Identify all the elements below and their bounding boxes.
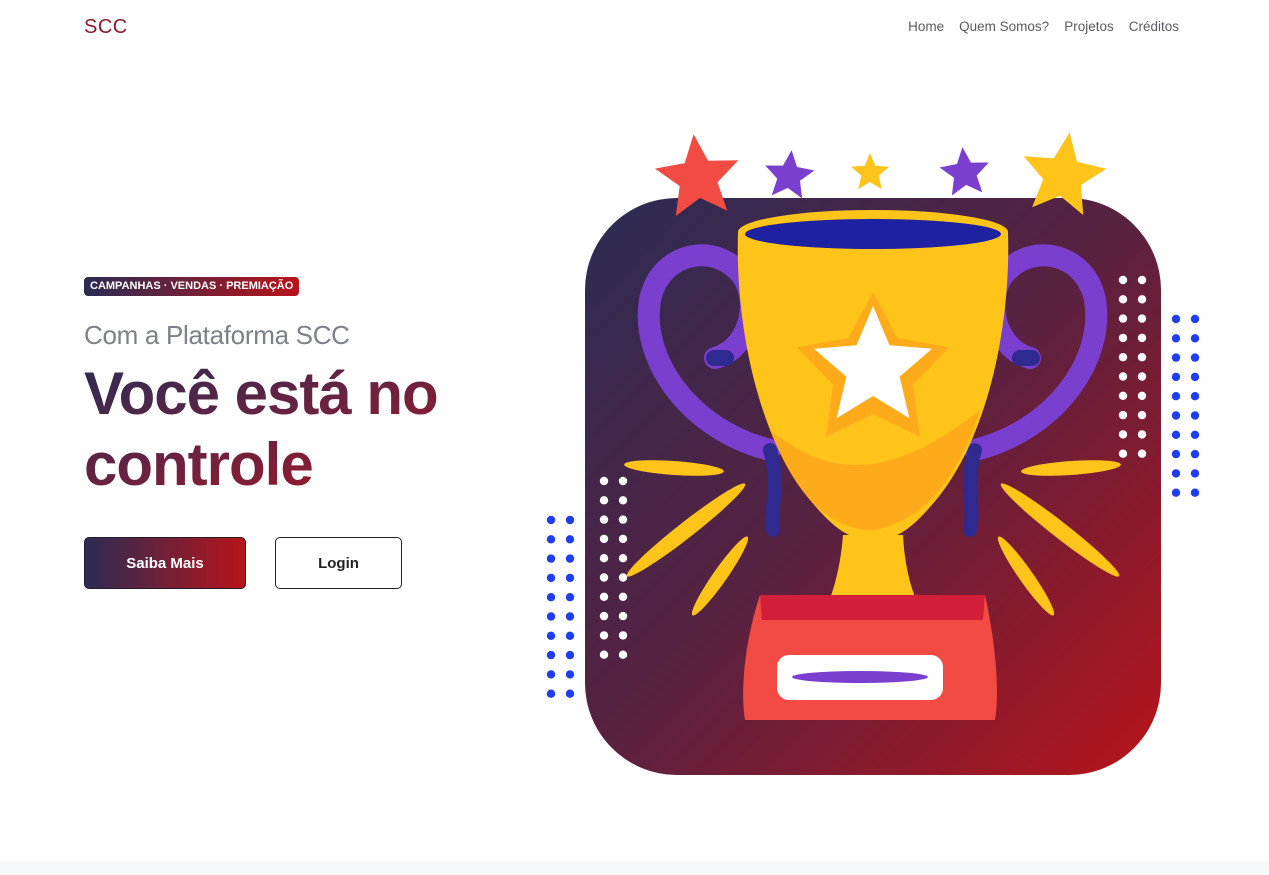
decor-dot — [1137, 333, 1147, 343]
decor-dot — [565, 689, 575, 698]
decor-dot — [546, 670, 556, 679]
decor-dot — [599, 611, 609, 621]
decor-dot — [1171, 372, 1181, 382]
decor-dot — [1171, 469, 1181, 478]
decor-dot — [618, 611, 628, 621]
headline-line-2: controle — [84, 431, 313, 498]
decor-dot — [1118, 372, 1128, 381]
decor-dot — [618, 534, 628, 544]
brand-logo[interactable]: SCC — [84, 16, 128, 39]
decor-dot — [1171, 488, 1181, 497]
decor-dot — [1118, 275, 1128, 285]
footer-strip — [0, 861, 1269, 875]
decor-dot — [1190, 469, 1200, 478]
decor-dot — [546, 689, 556, 698]
decor-dot — [1171, 411, 1181, 420]
decor-dot — [1137, 430, 1147, 439]
trophy-illustration — [546, 132, 1200, 775]
decor-dot — [599, 554, 609, 563]
decor-dot — [1190, 353, 1200, 362]
decor-dot — [1171, 334, 1181, 343]
decor-dot — [1190, 411, 1200, 420]
headline-line-1: Você está no — [84, 360, 438, 427]
decor-dot — [1190, 488, 1200, 497]
decor-dot — [565, 515, 575, 525]
decor-dot — [1137, 449, 1147, 458]
decor-dot — [1171, 430, 1181, 439]
decor-dot — [1190, 334, 1200, 343]
decor-dot — [1118, 410, 1128, 420]
dot-grid-left-blue — [546, 515, 575, 698]
decor-dot — [546, 650, 556, 660]
decor-dot — [1137, 295, 1147, 304]
landing-page: SCC Home Quem Somos? Projetos Créditos C… — [0, 0, 1269, 875]
decor-dot — [546, 535, 556, 544]
decor-dot — [565, 650, 575, 660]
decor-dot — [618, 650, 628, 659]
decor-dot — [1190, 392, 1200, 401]
decor-dot — [546, 573, 556, 583]
decor-dot — [565, 554, 575, 563]
decor-dot — [1171, 314, 1181, 324]
nav-link-projetos[interactable]: Projetos — [1064, 19, 1114, 34]
decor-dot — [618, 592, 628, 601]
decor-dot — [546, 593, 556, 602]
decor-dot — [618, 573, 628, 582]
decor-dot — [618, 496, 628, 505]
decor-dot — [565, 612, 575, 621]
hero-badge: CAMPANHAS · VENDAS · PREMIAÇÃO — [84, 277, 300, 296]
nav-link-home[interactable]: Home — [908, 19, 944, 34]
decor-dot — [1137, 275, 1147, 285]
decor-dot — [599, 573, 609, 582]
dot-grid-right-blue — [1171, 314, 1200, 497]
decor-dot — [1190, 314, 1200, 324]
decor-dot — [599, 496, 609, 505]
decor-dot — [565, 631, 575, 640]
decor-dot — [546, 631, 556, 640]
decor-dot — [1118, 333, 1128, 343]
decor-dot — [1118, 353, 1128, 362]
decor-dot — [565, 573, 575, 583]
decor-dot — [618, 554, 628, 563]
decor-dot — [1190, 430, 1200, 439]
decor-dot — [1137, 353, 1147, 362]
decor-dot — [1190, 372, 1200, 382]
decor-dot — [1137, 314, 1147, 323]
decor-dot — [1118, 449, 1128, 458]
decor-dot — [1190, 449, 1200, 459]
decor-dot — [565, 593, 575, 602]
login-button[interactable]: Login — [275, 537, 402, 589]
decor-dot — [599, 534, 609, 544]
decor-dot — [599, 476, 609, 486]
saiba-mais-button[interactable]: Saiba Mais — [84, 537, 246, 589]
decor-dot — [599, 515, 609, 524]
decor-dot — [618, 515, 628, 524]
decor-dot — [546, 554, 556, 563]
hero-headline: Você está no controle — [84, 358, 524, 500]
decor-dot — [599, 631, 609, 640]
decor-dot — [618, 631, 628, 640]
decor-dot — [1118, 391, 1128, 400]
decor-dot — [565, 535, 575, 544]
decor-dot — [1118, 314, 1128, 323]
decor-dot — [1118, 430, 1128, 439]
decor-dot — [1118, 295, 1128, 304]
decor-dot — [1171, 392, 1181, 401]
decor-dot — [1137, 391, 1147, 400]
decor-dot — [599, 592, 609, 601]
decor-dot — [618, 476, 628, 486]
decor-dot — [1171, 449, 1181, 459]
hero-subtitle: Com a Plataforma SCC — [84, 320, 350, 350]
nav-link-creditos[interactable]: Créditos — [1129, 19, 1179, 34]
decor-dot — [546, 612, 556, 621]
decor-dot — [565, 670, 575, 679]
decor-dot — [1137, 410, 1147, 420]
nav-link-quem-somos[interactable]: Quem Somos? — [959, 19, 1049, 34]
decor-dot — [546, 515, 556, 525]
main-nav: Home Quem Somos? Projetos Créditos — [908, 19, 1179, 34]
decor-dot — [599, 650, 609, 659]
decor-dot — [1171, 353, 1181, 362]
decor-dot — [1137, 372, 1147, 381]
